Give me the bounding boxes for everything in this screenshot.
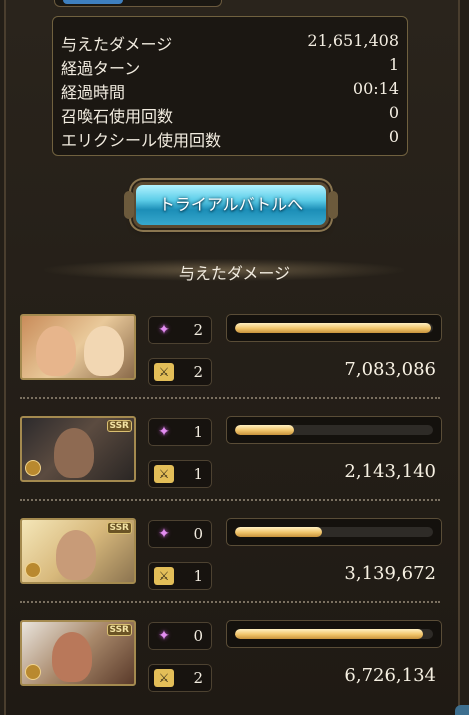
tab-glow	[63, 0, 123, 4]
attack-count-badge: ⚔ 1	[148, 562, 212, 590]
button-cap-right	[328, 191, 338, 219]
attack-count: 2	[193, 669, 203, 687]
damage-value: 2,143,140	[344, 461, 436, 482]
button-cap-left	[124, 191, 134, 219]
skill-count: 0	[193, 627, 203, 645]
damage-value: 6,726,134	[344, 665, 436, 686]
damage-bar	[226, 518, 442, 546]
damage-bar-fill	[235, 527, 323, 537]
attack-count: 1	[193, 465, 203, 483]
character-face	[84, 326, 124, 376]
skill-count-badge: ✦ 0	[148, 520, 212, 548]
damage-value: 3,139,672	[344, 563, 436, 584]
party-member-row: SSR ✦ 0 ⚔ 2 6,726,134	[20, 620, 442, 704]
crossed-swords-icon: ⚔	[154, 567, 174, 585]
character-face	[54, 428, 94, 478]
ssr-badge: SSR	[106, 624, 132, 636]
damage-bar-fill	[235, 629, 424, 639]
ssr-badge: SSR	[106, 420, 132, 432]
damage-bar	[226, 620, 442, 648]
trial-battle-label: トライアルバトルへ	[158, 195, 304, 214]
character-portrait[interactable]: SSR	[20, 620, 136, 686]
stat-label: エリクシール使用回数	[61, 131, 222, 150]
row-divider	[20, 499, 440, 501]
skill-count: 2	[193, 321, 203, 339]
section-title: 与えたダメージ	[178, 264, 291, 283]
battle-stats-box: 与えたダメージ 21,651,408 経過ターン 1 経過時間 00:14 召喚…	[52, 16, 408, 156]
damage-value: 7,083,086	[344, 359, 436, 380]
damage-bar-track	[235, 527, 433, 537]
skill-count-badge: ✦ 1	[148, 418, 212, 446]
sparkle-icon: ✦	[158, 628, 170, 644]
skill-count-badge: ✦ 0	[148, 622, 212, 650]
stat-label: 与えたダメージ	[61, 35, 173, 54]
character-portrait[interactable]: SSR	[20, 416, 136, 482]
stat-summon-uses: 召喚石使用回数 0	[61, 101, 399, 126]
character-portrait[interactable]: SSR	[20, 518, 136, 584]
stat-value: 0	[388, 103, 399, 122]
stat-label: 経過時間	[61, 83, 126, 102]
crossed-swords-icon: ⚔	[154, 465, 174, 483]
damage-bar-track	[235, 629, 433, 639]
top-tab[interactable]	[54, 0, 222, 7]
sparkle-icon: ✦	[158, 424, 170, 440]
stat-value: 0	[388, 127, 399, 146]
stat-value: 21,651,408	[307, 31, 399, 50]
trial-battle-button[interactable]: トライアルバトルへ	[124, 182, 338, 228]
stat-elixir-uses: エリクシール使用回数 0	[61, 125, 399, 150]
attack-count-badge: ⚔ 1	[148, 460, 212, 488]
skill-count: 1	[193, 423, 203, 441]
damage-bar-fill	[235, 323, 432, 333]
party-member-row: SSR ✦ 1 ⚔ 1 2,143,140	[20, 416, 442, 500]
scrollbar-thumb[interactable]	[455, 705, 469, 715]
row-divider	[20, 397, 440, 399]
party-member-row: ✦ 2 ⚔ 2 7,083,086	[20, 314, 442, 398]
damage-bar	[226, 314, 442, 342]
party-member-row: SSR ✦ 0 ⚔ 1 3,139,672	[20, 518, 442, 602]
character-face	[56, 530, 96, 580]
crossed-swords-icon: ⚔	[154, 669, 174, 687]
damage-bar-fill	[235, 425, 295, 435]
stat-total-damage: 与えたダメージ 21,651,408	[61, 29, 399, 54]
stat-value: 1	[388, 55, 399, 74]
attack-count-badge: ⚔ 2	[148, 358, 212, 386]
stat-turns: 経過ターン 1	[61, 53, 399, 78]
element-orb-icon	[25, 664, 41, 680]
damage-bar-track	[235, 425, 433, 435]
stat-label: 経過ターン	[61, 59, 141, 78]
character-face	[36, 326, 76, 376]
attack-count: 2	[193, 363, 203, 381]
sparkle-icon: ✦	[158, 526, 170, 542]
attack-count-badge: ⚔ 2	[148, 664, 212, 692]
stat-value: 00:14	[352, 79, 399, 98]
ssr-badge: SSR	[106, 522, 132, 534]
damage-bar-track	[235, 323, 433, 333]
character-portrait[interactable]	[20, 314, 136, 380]
element-orb-icon	[25, 460, 41, 476]
damage-bar	[226, 416, 442, 444]
character-face	[52, 632, 92, 682]
element-orb-icon	[25, 562, 41, 578]
stat-elapsed-time: 経過時間 00:14	[61, 77, 399, 102]
attack-count: 1	[193, 567, 203, 585]
stat-label: 召喚石使用回数	[61, 107, 174, 126]
crossed-swords-icon: ⚔	[154, 363, 174, 381]
skill-count-badge: ✦ 2	[148, 316, 212, 344]
skill-count: 0	[193, 525, 203, 543]
row-divider	[20, 601, 440, 603]
sparkle-icon: ✦	[158, 322, 170, 338]
